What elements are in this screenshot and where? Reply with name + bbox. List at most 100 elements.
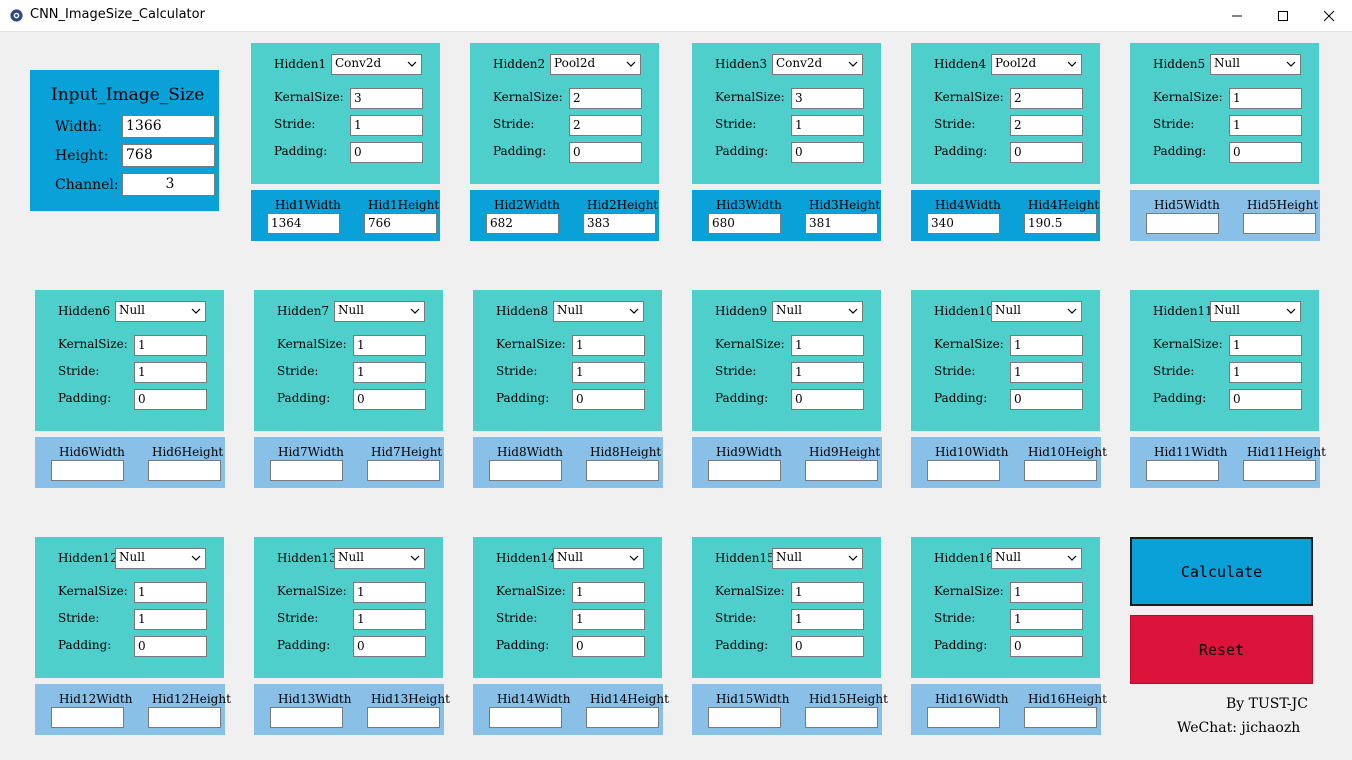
hidden8-padding-input[interactable]: 0 bbox=[572, 389, 645, 410]
hidden3-kernel-input[interactable]: 3 bbox=[791, 88, 864, 109]
hidden1-padding-input[interactable]: 0 bbox=[350, 142, 423, 163]
hidden11-width-output[interactable] bbox=[1146, 460, 1219, 481]
hidden14-stride-input[interactable]: 1 bbox=[572, 609, 645, 630]
hidden15-stride-input[interactable]: 1 bbox=[791, 609, 864, 630]
hidden15-height-output[interactable] bbox=[805, 707, 878, 728]
hidden13-kernel-input[interactable]: 1 bbox=[353, 582, 426, 603]
hidden9-width-output[interactable] bbox=[708, 460, 781, 481]
hidden7-type-select[interactable]: Null bbox=[334, 301, 425, 322]
hidden10-kernel-input[interactable]: 1 bbox=[1010, 335, 1083, 356]
hidden6-width-output[interactable] bbox=[51, 460, 124, 481]
hidden3-height-output[interactable]: 381 bbox=[805, 213, 878, 234]
hidden15-kernel-input[interactable]: 1 bbox=[791, 582, 864, 603]
hidden13-padding-input[interactable]: 0 bbox=[353, 636, 426, 657]
hidden2-height-output[interactable]: 383 bbox=[583, 213, 656, 234]
hidden10-padding-input[interactable]: 0 bbox=[1010, 389, 1083, 410]
hidden14-width-output[interactable] bbox=[489, 707, 562, 728]
hidden4-kernel-input[interactable]: 2 bbox=[1010, 88, 1083, 109]
hidden2-stride-input[interactable]: 2 bbox=[569, 115, 642, 136]
hidden12-stride-input[interactable]: 1 bbox=[134, 609, 207, 630]
hidden13-height-output[interactable] bbox=[367, 707, 440, 728]
minimize-button[interactable] bbox=[1214, 0, 1260, 31]
hidden10-height-output[interactable] bbox=[1024, 460, 1097, 481]
hidden14-kernel-input[interactable]: 1 bbox=[572, 582, 645, 603]
hidden13-type-select[interactable]: Null bbox=[334, 548, 425, 569]
hidden9-height-output[interactable] bbox=[805, 460, 878, 481]
hidden14-height-output[interactable] bbox=[586, 707, 659, 728]
hidden9-type-select[interactable]: Null bbox=[772, 301, 863, 322]
hidden6-padding-input[interactable]: 0 bbox=[134, 389, 207, 410]
hidden7-kernel-input[interactable]: 1 bbox=[353, 335, 426, 356]
hidden1-width-output[interactable]: 1364 bbox=[267, 213, 340, 234]
hidden6-height-output[interactable] bbox=[148, 460, 221, 481]
hidden10-stride-input[interactable]: 1 bbox=[1010, 362, 1083, 383]
reset-button[interactable]: Reset bbox=[1130, 615, 1313, 684]
hidden15-width-output[interactable] bbox=[708, 707, 781, 728]
hidden5-type-select[interactable]: Null bbox=[1210, 54, 1301, 75]
hidden4-stride-input[interactable]: 2 bbox=[1010, 115, 1083, 136]
hidden4-height-output[interactable]: 190.5 bbox=[1024, 213, 1097, 234]
hidden16-width-output[interactable] bbox=[927, 707, 1000, 728]
hidden5-height-output[interactable] bbox=[1243, 213, 1316, 234]
hidden11-stride-input[interactable]: 1 bbox=[1229, 362, 1302, 383]
hidden11-type-select[interactable]: Null bbox=[1210, 301, 1301, 322]
hidden14-padding-input[interactable]: 0 bbox=[572, 636, 645, 657]
hidden5-stride-input[interactable]: 1 bbox=[1229, 115, 1302, 136]
hidden1-type-select[interactable]: Conv2d bbox=[331, 54, 422, 75]
hidden4-width-output[interactable]: 340 bbox=[927, 213, 1000, 234]
hidden15-padding-input[interactable]: 0 bbox=[791, 636, 864, 657]
hidden12-width-output[interactable] bbox=[51, 707, 124, 728]
width-input[interactable]: 1366 bbox=[122, 115, 215, 138]
calculate-button[interactable]: Calculate bbox=[1130, 537, 1313, 606]
hidden12-type-select[interactable]: Null bbox=[115, 548, 206, 569]
hidden13-stride-input[interactable]: 1 bbox=[353, 609, 426, 630]
hidden11-padding-input[interactable]: 0 bbox=[1229, 389, 1302, 410]
hidden8-kernel-input[interactable]: 1 bbox=[572, 335, 645, 356]
hidden12-kernel-input[interactable]: 1 bbox=[134, 582, 207, 603]
hidden7-height-output[interactable] bbox=[367, 460, 440, 481]
hidden9-kernel-input[interactable]: 1 bbox=[791, 335, 864, 356]
hidden16-height-output[interactable] bbox=[1024, 707, 1097, 728]
hidden1-stride-input[interactable]: 1 bbox=[350, 115, 423, 136]
hidden16-kernel-input[interactable]: 1 bbox=[1010, 582, 1083, 603]
hidden15-type-select[interactable]: Null bbox=[772, 548, 863, 569]
hidden12-height-output[interactable] bbox=[148, 707, 221, 728]
height-input[interactable]: 768 bbox=[122, 144, 215, 167]
hidden4-type-select[interactable]: Pool2d bbox=[991, 54, 1082, 75]
hidden6-type-select[interactable]: Null bbox=[115, 301, 206, 322]
hidden8-type-select[interactable]: Null bbox=[553, 301, 644, 322]
hidden10-type-select[interactable]: Null bbox=[991, 301, 1082, 322]
hidden3-stride-input[interactable]: 1 bbox=[791, 115, 864, 136]
close-button[interactable] bbox=[1306, 0, 1352, 31]
hidden2-width-output[interactable]: 682 bbox=[486, 213, 559, 234]
hidden1-kernel-input[interactable]: 3 bbox=[350, 88, 423, 109]
hidden6-stride-input[interactable]: 1 bbox=[134, 362, 207, 383]
hidden8-stride-input[interactable]: 1 bbox=[572, 362, 645, 383]
hidden16-padding-input[interactable]: 0 bbox=[1010, 636, 1083, 657]
hidden2-type-select[interactable]: Pool2d bbox=[550, 54, 641, 75]
hidden5-padding-input[interactable]: 0 bbox=[1229, 142, 1302, 163]
hidden7-stride-input[interactable]: 1 bbox=[353, 362, 426, 383]
hidden1-height-output[interactable]: 766 bbox=[364, 213, 437, 234]
hidden11-kernel-input[interactable]: 1 bbox=[1229, 335, 1302, 356]
hidden13-width-output[interactable] bbox=[270, 707, 343, 728]
hidden2-padding-input[interactable]: 0 bbox=[569, 142, 642, 163]
hidden5-kernel-input[interactable]: 1 bbox=[1229, 88, 1302, 109]
hidden12-padding-input[interactable]: 0 bbox=[134, 636, 207, 657]
maximize-button[interactable] bbox=[1260, 0, 1306, 31]
channel-input[interactable]: 3 bbox=[122, 173, 215, 196]
hidden16-type-select[interactable]: Null bbox=[991, 548, 1082, 569]
hidden3-padding-input[interactable]: 0 bbox=[791, 142, 864, 163]
hidden6-kernel-input[interactable]: 1 bbox=[134, 335, 207, 356]
hidden3-width-output[interactable]: 680 bbox=[708, 213, 781, 234]
hidden16-stride-input[interactable]: 1 bbox=[1010, 609, 1083, 630]
hidden8-height-output[interactable] bbox=[586, 460, 659, 481]
hidden7-padding-input[interactable]: 0 bbox=[353, 389, 426, 410]
hidden4-padding-input[interactable]: 0 bbox=[1010, 142, 1083, 163]
hidden11-height-output[interactable] bbox=[1243, 460, 1316, 481]
hidden9-stride-input[interactable]: 1 bbox=[791, 362, 864, 383]
hidden7-width-output[interactable] bbox=[270, 460, 343, 481]
hidden8-width-output[interactable] bbox=[489, 460, 562, 481]
hidden14-type-select[interactable]: Null bbox=[553, 548, 644, 569]
hidden9-padding-input[interactable]: 0 bbox=[791, 389, 864, 410]
